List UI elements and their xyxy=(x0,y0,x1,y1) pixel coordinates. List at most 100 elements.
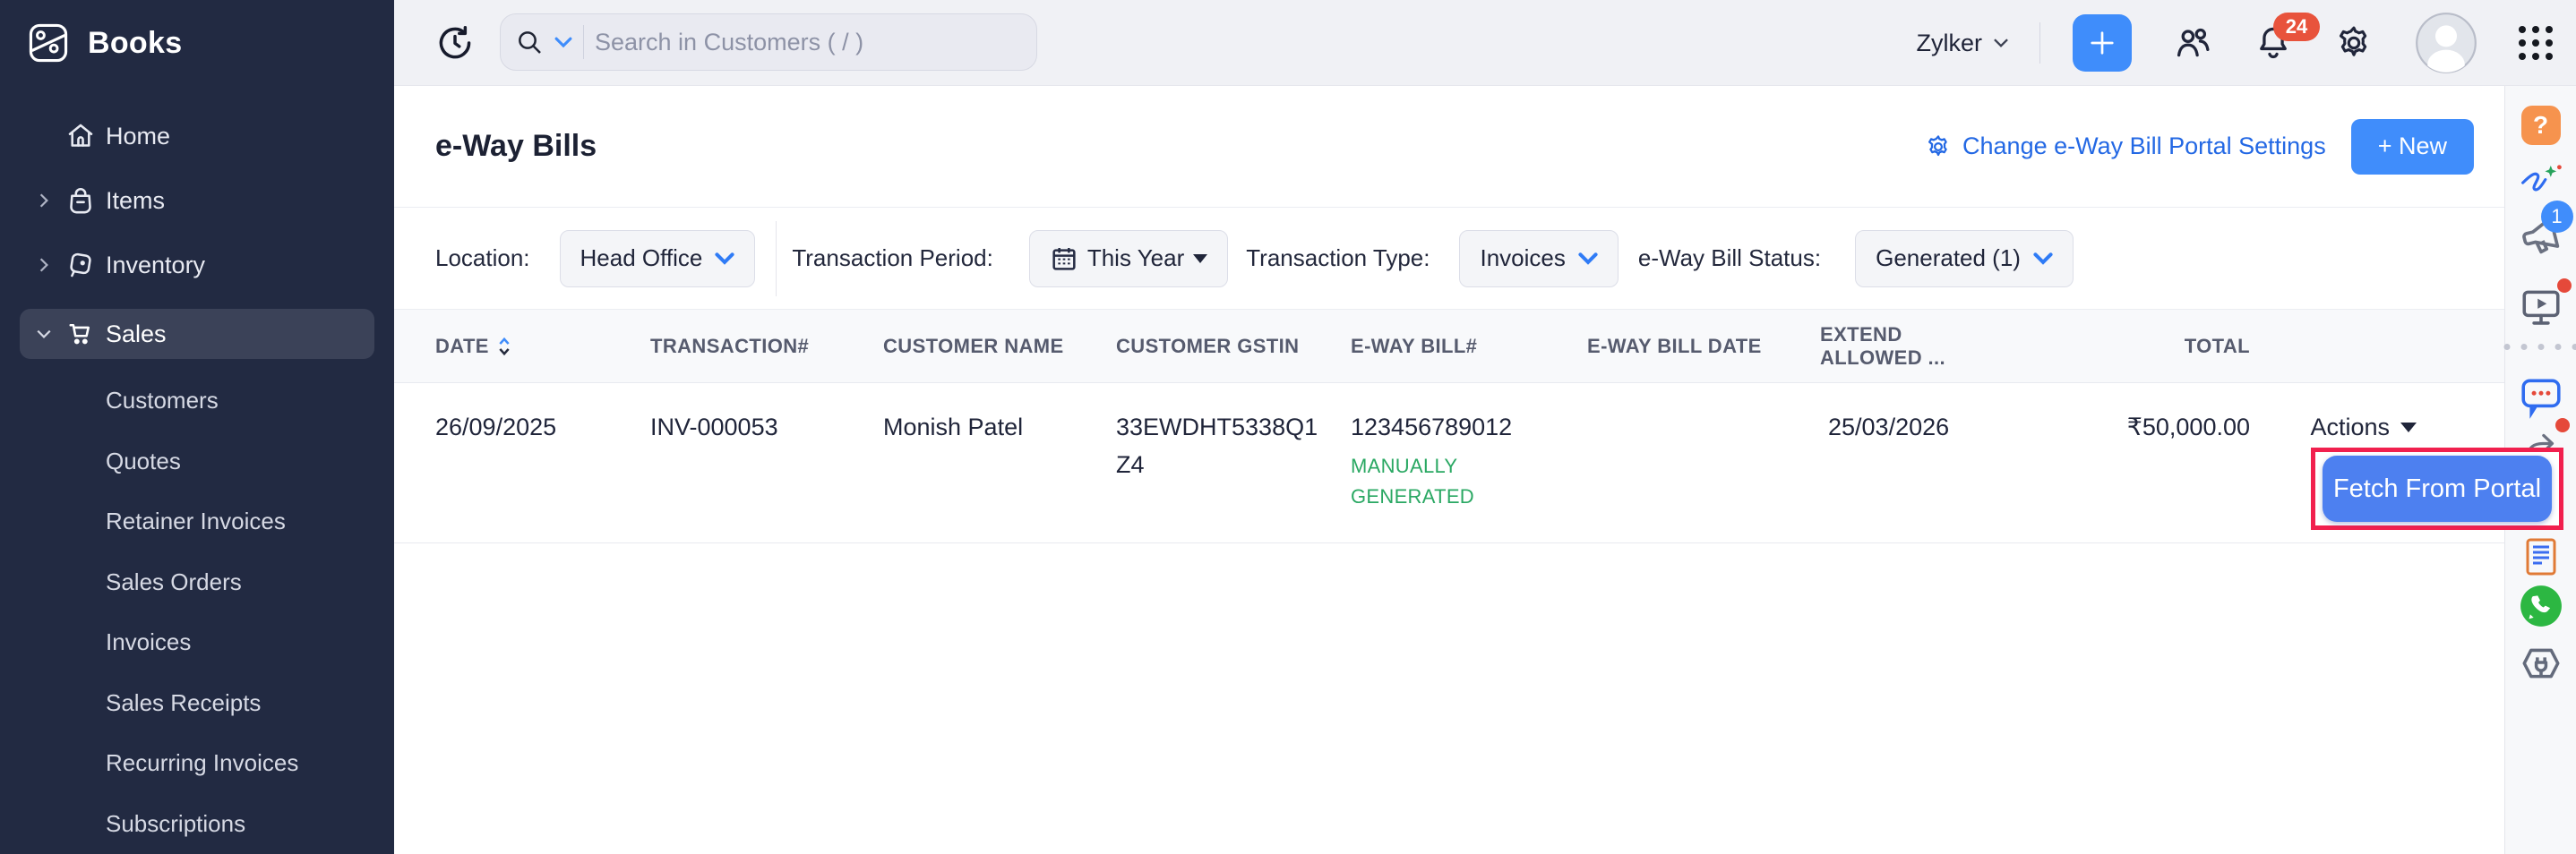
org-name: Zylker xyxy=(1917,30,1983,57)
sidebar-item-sales-receipts[interactable]: Sales Receipts xyxy=(106,679,374,726)
location-label: Location: xyxy=(435,244,530,272)
zia-assistant-icon[interactable] xyxy=(2520,163,2563,201)
highlight-annotation: Fetch From Portal xyxy=(2311,448,2563,530)
col-header-transaction: TRANSACTION# xyxy=(650,335,883,358)
sidebar-item-sales-orders[interactable]: Sales Orders xyxy=(106,559,374,605)
app-logo-text: Books xyxy=(88,26,182,61)
sub-item-label: Recurring Invoices xyxy=(106,749,298,777)
calendar-icon xyxy=(1050,244,1078,273)
change-portal-settings-link[interactable]: Change e-Way Bill Portal Settings xyxy=(1925,132,2326,160)
sidebar-item-subscriptions[interactable]: Subscriptions xyxy=(106,800,374,847)
sidebar-item-invoices[interactable]: Invoices xyxy=(106,619,374,665)
sidebar-item-label: Items xyxy=(106,187,165,215)
status-label: e-Way Bill Status: xyxy=(1638,244,1821,272)
topbar: Zylker 24 xyxy=(394,0,2576,86)
col-header-eway-bill-date: E-WAY BILL DATE xyxy=(1587,335,1820,358)
sidebar-item-home[interactable]: Home xyxy=(0,112,394,160)
table-row: 26/09/2025 INV-000053 Monish Patel 33EWD… xyxy=(394,383,2504,543)
app-logo[interactable]: Books xyxy=(0,0,394,86)
period-dropdown[interactable]: This Year xyxy=(1029,230,1228,287)
search-icon xyxy=(515,28,544,56)
zoho-books-app: Books Home Items xyxy=(0,0,2576,854)
whatsapp-icon[interactable] xyxy=(2519,584,2563,628)
items-bag-icon xyxy=(64,184,97,217)
topbar-divider xyxy=(2039,22,2040,64)
notification-dot xyxy=(2555,418,2570,432)
help-icon[interactable]: ? xyxy=(2521,106,2561,145)
global-search xyxy=(500,13,1037,71)
main-content: e-Way Bills Change e-Way Bill Portal Set… xyxy=(394,86,2504,854)
filter-divider xyxy=(776,221,777,296)
cell-transaction-number: INV-000053 xyxy=(650,408,883,446)
sub-item-label: Quotes xyxy=(106,448,181,475)
period-label: Transaction Period: xyxy=(792,244,992,272)
integrations-plug-icon[interactable] xyxy=(2519,641,2563,686)
sub-item-label: Sales Orders xyxy=(106,568,242,596)
new-button[interactable]: + New xyxy=(2351,119,2474,175)
type-label: Transaction Type: xyxy=(1246,244,1430,272)
sidebar-item-items[interactable]: Items xyxy=(0,176,394,225)
announcements-megaphone-icon[interactable]: 1 xyxy=(2518,213,2564,260)
chevron-right-icon xyxy=(36,257,52,273)
quick-create-button[interactable] xyxy=(2073,14,2132,72)
topbar-right-cluster: Zylker 24 xyxy=(1917,0,2576,86)
status-value: Generated (1) xyxy=(1876,244,2021,272)
cell-customer-gstin: 33EWDHT5338Q1Z4 xyxy=(1116,408,1322,483)
row-actions-dropdown[interactable]: Actions xyxy=(2250,408,2504,446)
home-icon xyxy=(64,120,97,152)
settings-gear-icon[interactable] xyxy=(2334,23,2374,63)
actions-label: Actions xyxy=(2310,408,2390,446)
recent-history-icon[interactable] xyxy=(435,23,475,63)
location-dropdown[interactable]: Head Office xyxy=(560,230,756,287)
eway-bill-number: 123456789012 xyxy=(1351,408,1587,446)
apps-grid-icon[interactable] xyxy=(2519,26,2553,60)
col-header-date[interactable]: DATE xyxy=(435,335,650,358)
sidebar-item-inventory[interactable]: Inventory xyxy=(0,241,394,289)
video-tutorials-icon[interactable] xyxy=(2519,285,2563,329)
page-header: e-Way Bills Change e-Way Bill Portal Set… xyxy=(394,86,2504,208)
whats-new-icon[interactable] xyxy=(2520,534,2563,580)
sidebar-item-sales[interactable]: Sales xyxy=(0,310,394,358)
org-selector[interactable]: Zylker xyxy=(1917,30,2010,57)
status-dropdown[interactable]: Generated (1) xyxy=(1855,230,2074,287)
fetch-from-portal-button[interactable]: Fetch From Portal xyxy=(2323,456,2552,522)
search-scope-chevron-icon[interactable] xyxy=(554,37,572,48)
search-divider xyxy=(583,25,584,59)
rail-dots-separator xyxy=(2503,344,2576,350)
chevron-right-icon xyxy=(36,192,52,209)
cell-date: 26/09/2025 xyxy=(435,408,650,446)
sidebar-item-quotes[interactable]: Quotes xyxy=(106,438,374,484)
type-dropdown[interactable]: Invoices xyxy=(1459,230,1618,287)
sub-item-label: Customers xyxy=(106,387,219,414)
help-glyph: ? xyxy=(2533,111,2548,140)
sidebar-item-retainer-invoices[interactable]: Retainer Invoices xyxy=(106,498,374,544)
search-input[interactable] xyxy=(595,29,1022,56)
sub-item-label: Subscriptions xyxy=(106,810,245,838)
sort-icon xyxy=(498,336,511,357)
settings-link-label: Change e-Way Bill Portal Settings xyxy=(1962,132,2326,160)
notification-dot xyxy=(2557,278,2572,293)
gear-icon xyxy=(1925,133,1952,160)
cell-eway-bill: 123456789012 MANUALLY GENERATED xyxy=(1351,408,1587,512)
type-value: Invoices xyxy=(1480,244,1565,272)
chevron-down-icon xyxy=(1993,38,2009,48)
sidebar-item-recurring-invoices[interactable]: Recurring Invoices xyxy=(106,739,374,786)
chevron-down-icon xyxy=(36,326,52,342)
notifications-bell-icon[interactable]: 24 xyxy=(2254,23,2293,63)
sidebar-item-customers[interactable]: Customers xyxy=(106,377,374,423)
page-title: e-Way Bills xyxy=(435,129,597,164)
sidebar: Books Home Items xyxy=(0,0,394,854)
feedback-chat-icon[interactable] xyxy=(2519,374,2563,419)
col-header-total: TOTAL xyxy=(1999,335,2250,358)
user-avatar[interactable] xyxy=(2415,12,2477,74)
sub-item-label: Sales Receipts xyxy=(106,689,261,717)
caret-down-icon xyxy=(2400,423,2417,432)
users-icon[interactable] xyxy=(2173,23,2212,63)
chevron-down-icon xyxy=(2033,252,2053,265)
cell-total: ₹50,000.00 xyxy=(1999,408,2250,446)
notification-count-badge: 24 xyxy=(2273,13,2320,41)
table-header-row: DATE TRANSACTION# CUSTOMER NAME CUSTOMER… xyxy=(394,310,2504,383)
caret-down-icon xyxy=(1193,254,1207,263)
filter-bar: Location: Head Office Transaction Period… xyxy=(394,208,2504,310)
inventory-box-icon xyxy=(64,249,97,281)
